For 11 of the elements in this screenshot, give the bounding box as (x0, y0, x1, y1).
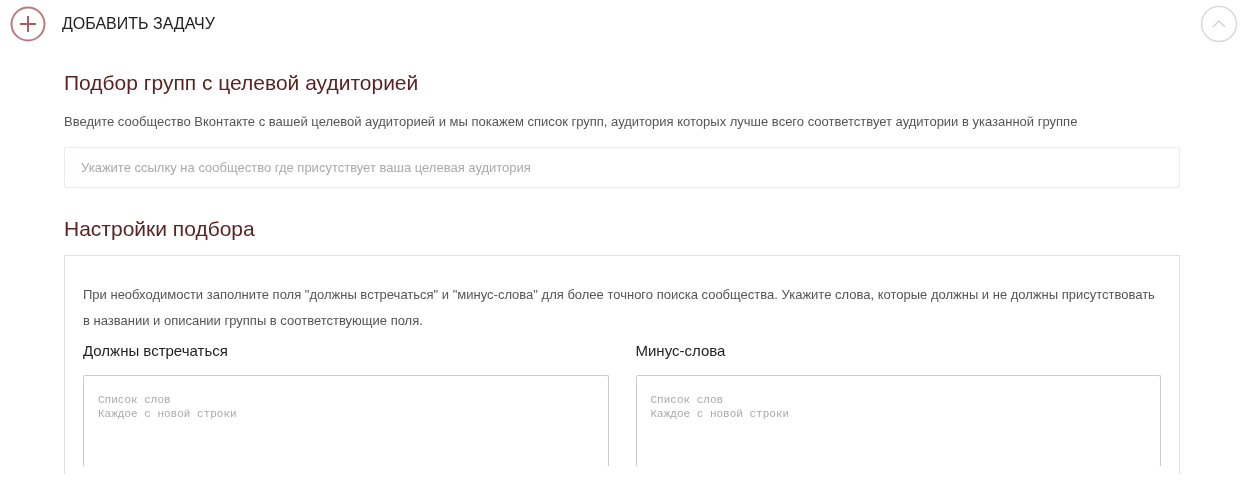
description-text: Введите сообщество Вконтакте с вашей целевой аудиторией и мы покажем список групп, аудитория которых лучше всего соответствует аудитории в указанной группе (64, 113, 1079, 132)
field-label: Должны встречаться (83, 340, 229, 361)
add-task-button[interactable] (10, 6, 46, 42)
word-list-field[interactable]: Список слов Каждое с новой строки (83, 375, 609, 468)
section-title: ДОБАВИТЬ ЗАДАЧУ (62, 14, 216, 34)
section-heading: Настройки подбора (64, 215, 256, 241)
community-link-field[interactable]: Укажите ссылку на сообщество где присутствует ваша целевая аудитория (64, 146, 1180, 188)
description-text: При необходимости заполните поля "должны встречаться" и "минус-слова" для более точного поиска сообщества. Укажите слова, которые должны и не должны присутствовать в названии и описании группы в соответствующие поля. (83, 285, 1156, 330)
field-label: Минус-слова (635, 340, 727, 361)
word-list-field[interactable]: Список слов Каждое с новой строки (635, 375, 1161, 468)
section-heading: Подбор групп с целевой аудиторией (64, 70, 420, 96)
